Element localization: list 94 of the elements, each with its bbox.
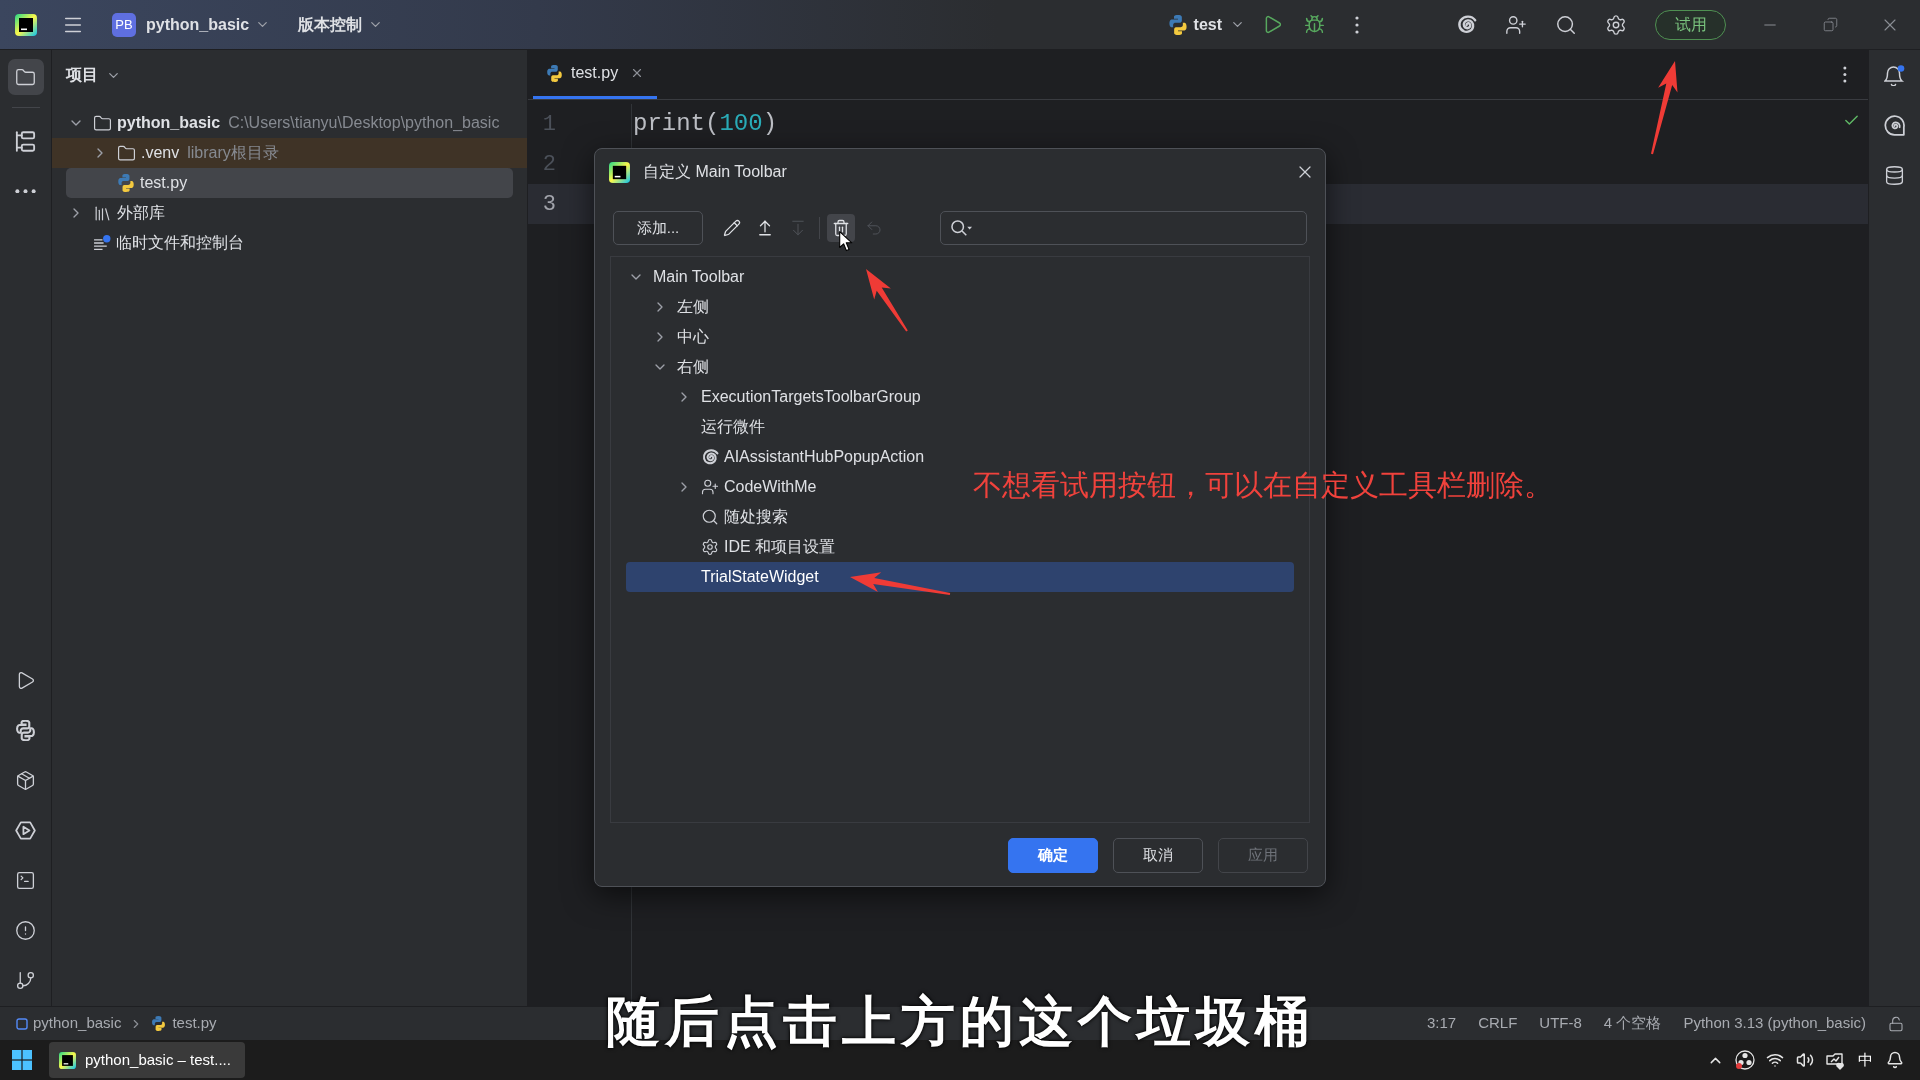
database-icon xyxy=(1884,164,1905,186)
spiral-icon xyxy=(701,448,719,466)
package-icon xyxy=(15,769,36,791)
project-menu[interactable]: PB python_basic xyxy=(112,8,271,41)
dialog-title: 自定义 Main Toolbar xyxy=(643,162,787,182)
python-file-icon xyxy=(117,174,135,192)
dialog-button[interactable]: 取消 xyxy=(1113,838,1203,873)
tree-item[interactable]: 运行微件 xyxy=(626,412,771,442)
status-item[interactable]: 4 个空格 xyxy=(1603,1012,1662,1035)
breadcrumb-item[interactable]: python_basic xyxy=(33,1012,122,1035)
user-plus-icon xyxy=(701,478,719,496)
tree-item[interactable]: AIAssistantHubPopupAction xyxy=(626,442,931,472)
run-config-selector[interactable]: test xyxy=(1162,8,1250,41)
breadcrumb-item[interactable]: test.py xyxy=(172,1012,217,1035)
add-button[interactable]: 添加... xyxy=(613,211,703,245)
status-item[interactable]: 3:17 xyxy=(1427,1012,1457,1035)
tree-item-hint: library根目录 xyxy=(187,143,279,163)
more-icon[interactable] xyxy=(1355,15,1359,34)
subtitle: 随后点击上方的这个垃圾桶 xyxy=(606,990,1314,1052)
remove-button[interactable] xyxy=(827,214,855,242)
tree-item[interactable]: 中心 xyxy=(626,322,715,352)
folder-icon xyxy=(117,143,136,163)
speaker-icon[interactable] xyxy=(1796,1051,1814,1069)
tree-item[interactable]: Main Toolbar xyxy=(626,262,751,292)
tray-app-icon[interactable] xyxy=(1825,1050,1845,1070)
vcs-menu[interactable]: 版本控制 xyxy=(298,8,384,41)
line-number: 3 xyxy=(541,190,556,219)
search-icon[interactable] xyxy=(1555,13,1577,36)
folder-icon xyxy=(93,113,112,133)
tree-item[interactable]: 右侧 xyxy=(626,352,715,382)
tree-item[interactable]: 临时文件和控制台 xyxy=(66,228,513,258)
python-file-icon xyxy=(546,64,563,82)
dialog-button[interactable]: 确定 xyxy=(1008,838,1098,873)
project-badge: PB xyxy=(112,12,136,37)
editor-tab[interactable]: test.py xyxy=(533,50,658,99)
tree-item-label: 外部库 xyxy=(117,203,165,223)
app-logo-icon xyxy=(609,161,630,183)
tree-item[interactable]: IDE 和项目设置 xyxy=(626,532,842,562)
user-plus-icon[interactable] xyxy=(1505,13,1527,36)
tray-app-icon[interactable] xyxy=(1735,1050,1755,1070)
tree-item[interactable]: test.py xyxy=(66,168,513,198)
mouse-pointer-icon xyxy=(839,231,853,252)
tree-item-hint: C:\Users\tianyu\Desktop\python_basic xyxy=(228,113,500,133)
tree-item-label: test.py xyxy=(140,173,188,193)
tree-item[interactable]: CodeWithMe xyxy=(626,472,823,502)
notifications-icon xyxy=(1884,64,1905,86)
chat-spiral-icon xyxy=(1884,114,1905,136)
app-logo-icon xyxy=(15,13,37,36)
status-item[interactable]: Python 3.13 (python_basic) xyxy=(1683,1012,1866,1035)
module-icon xyxy=(16,1017,28,1030)
search-field[interactable] xyxy=(940,211,1307,245)
status-item[interactable]: CRLF xyxy=(1478,1012,1518,1035)
tree-item[interactable]: 左侧 xyxy=(626,292,715,322)
python-file-icon xyxy=(151,1016,167,1031)
start-icon[interactable] xyxy=(12,1050,32,1070)
terminal-icon xyxy=(15,869,36,891)
taskbar-app-button[interactable]: python_basic – test.... xyxy=(49,1042,245,1078)
project-view-dropdown[interactable]: 项目 xyxy=(66,63,121,87)
bell-icon[interactable] xyxy=(1886,1051,1904,1069)
wifi-icon[interactable] xyxy=(1766,1051,1784,1069)
input-language-indicator[interactable]: 中 xyxy=(1850,1048,1880,1072)
folder-icon xyxy=(15,66,36,88)
search-icon xyxy=(701,508,719,526)
settings-icon xyxy=(701,538,719,556)
tool-window-button[interactable] xyxy=(7,59,44,95)
tree-item[interactable]: python_basic C:\Users\tianyu\Desktop\python_basic xyxy=(66,108,513,138)
search-icon xyxy=(951,219,973,237)
scratch-list-icon xyxy=(93,234,111,252)
debug-icon[interactable] xyxy=(1303,14,1325,35)
app-logo-icon xyxy=(59,1051,76,1069)
annotation-arrow xyxy=(866,269,908,332)
settings-icon[interactable] xyxy=(1605,13,1627,36)
status-item[interactable]: UTF-8 xyxy=(1539,1012,1582,1035)
restore-icon[interactable] xyxy=(1822,17,1838,32)
trial-button[interactable]: 试用 xyxy=(1655,9,1726,40)
tree-item[interactable]: TrialStateWidget xyxy=(626,562,1294,592)
tree-item[interactable]: 外部库 xyxy=(66,198,513,228)
alert-icon xyxy=(15,919,36,941)
annotation-text: 不想看试用按钮，可以在自定义工具栏删除。 xyxy=(973,468,1553,503)
tree-item[interactable]: 随处搜索 xyxy=(626,502,794,532)
tree-item-label: 临时文件和控制台 xyxy=(116,233,244,253)
tree-item[interactable]: ExecutionTargetsToolbarGroup xyxy=(626,382,927,412)
more-icon[interactable] xyxy=(1843,66,1847,83)
tree-item-label: python_basic xyxy=(117,113,221,133)
branch-icon xyxy=(15,969,36,991)
unlocked-icon[interactable] xyxy=(1888,1015,1904,1032)
code-text: print(100) xyxy=(633,109,778,139)
python-icon xyxy=(15,719,36,741)
spiral-icon[interactable] xyxy=(1455,14,1477,35)
hexagon-play-icon xyxy=(15,819,36,841)
more-icon xyxy=(15,188,36,194)
tree-item-label: .venv xyxy=(141,143,180,163)
python-icon xyxy=(1167,14,1188,35)
structure-icon xyxy=(15,130,36,152)
